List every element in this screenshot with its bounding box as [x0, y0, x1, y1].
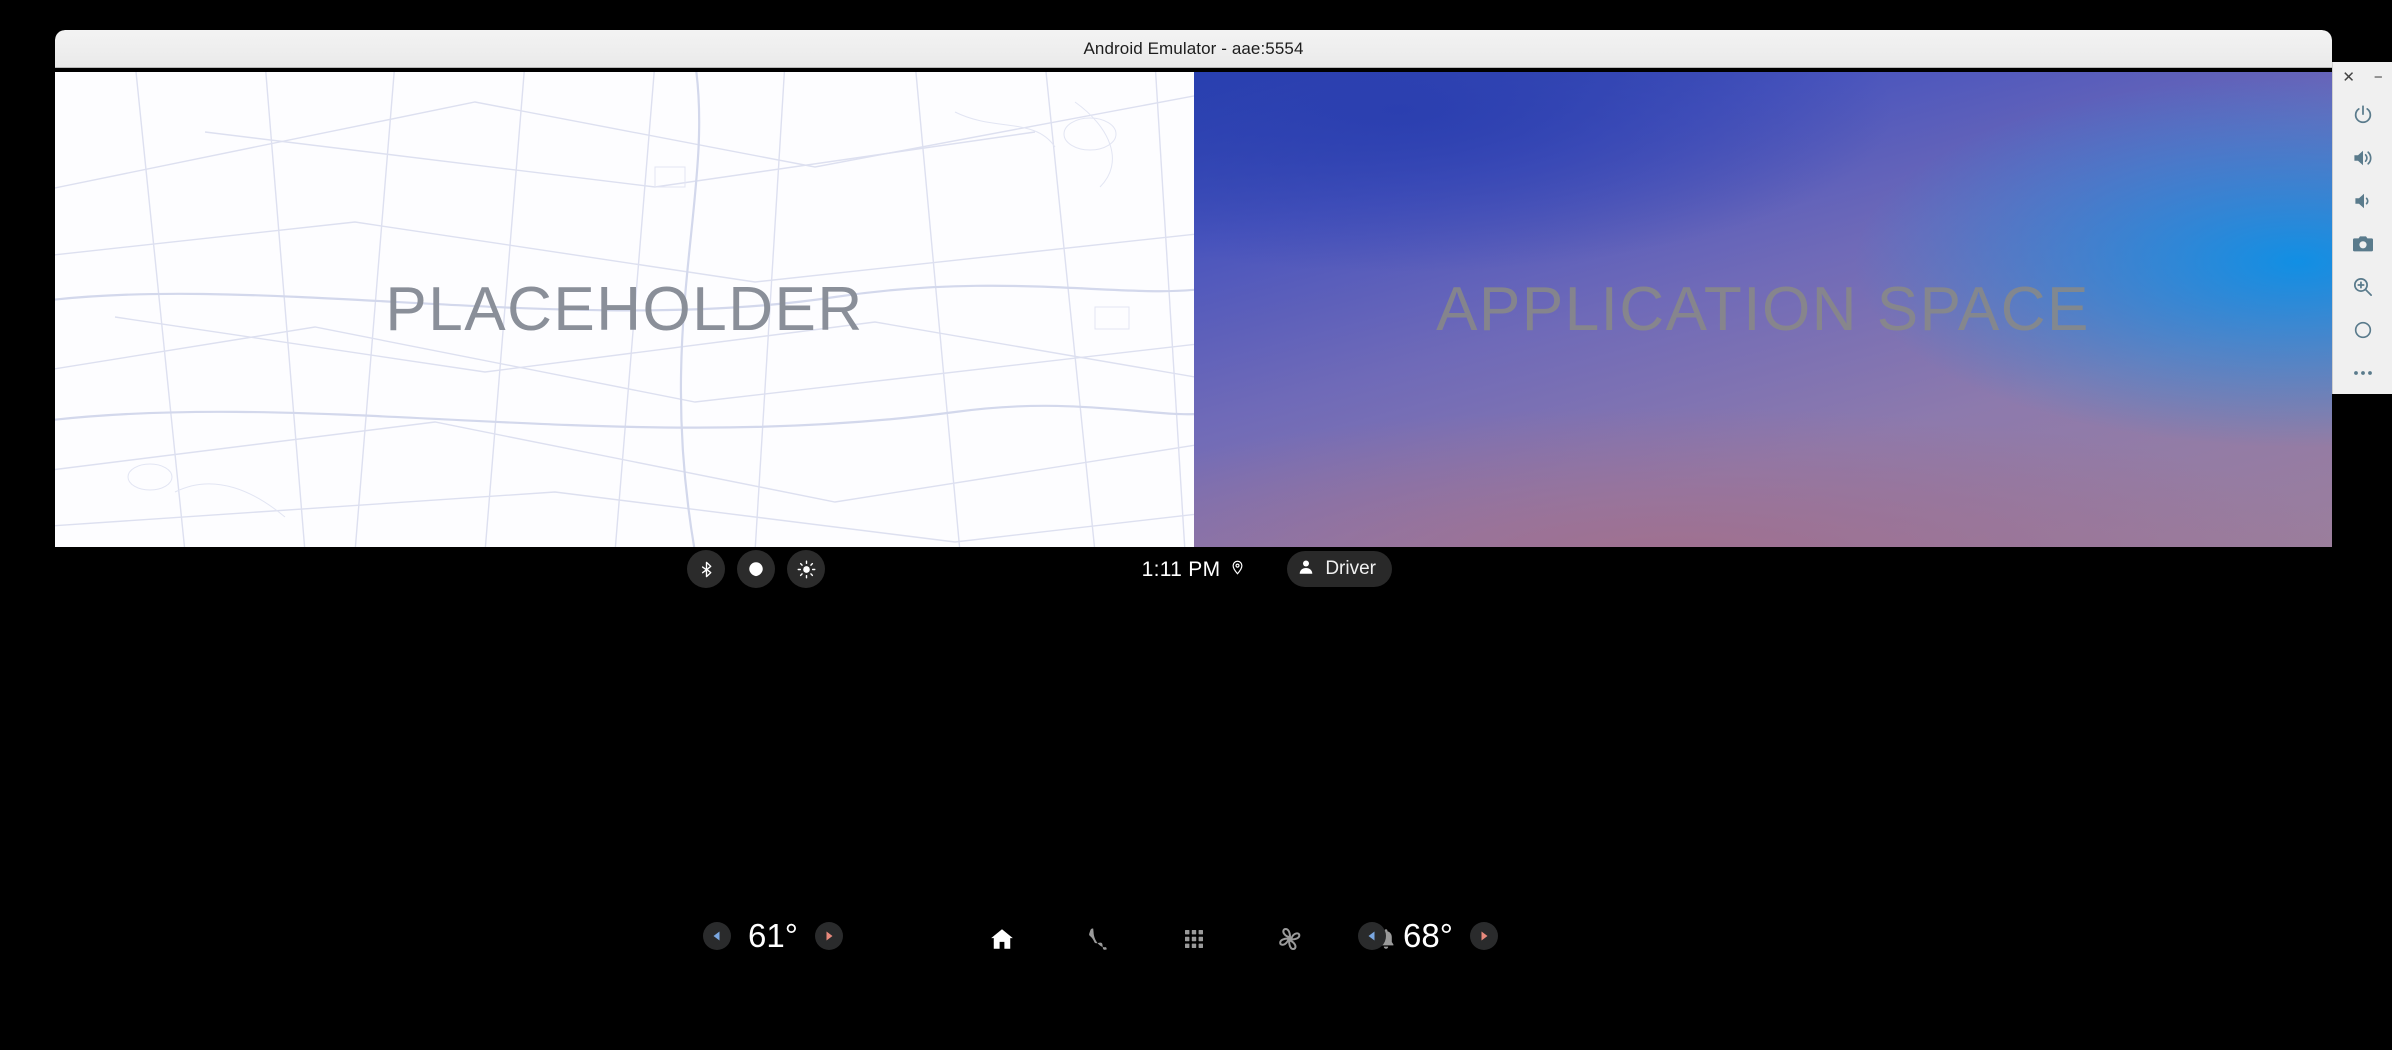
clock: 1:11 PM	[1141, 558, 1221, 581]
passenger-temp-decrease-button[interactable]	[1358, 922, 1386, 950]
car-home-ui: 1:11 PM Driver 61° 68°	[55, 547, 2332, 975]
home-icon[interactable]	[984, 921, 1020, 957]
passenger-temperature-control: 68°	[1358, 917, 1498, 955]
passenger-temp-increase-button[interactable]	[1470, 922, 1498, 950]
zoom-icon[interactable]	[2333, 265, 2392, 308]
window-title: Android Emulator - aae:5554	[1083, 38, 1304, 58]
status-center: 1:11 PM	[55, 547, 2332, 593]
close-icon[interactable]: ✕	[2342, 70, 2355, 85]
rotate-circle-icon[interactable]	[2333, 308, 2392, 351]
apps-grid-icon[interactable]	[1176, 921, 1212, 957]
person-icon	[1297, 558, 1315, 581]
phone-icon[interactable]	[1080, 921, 1116, 957]
fan-climate-icon[interactable]	[1272, 921, 1308, 957]
emulator-window: Android Emulator - aae:5554 PLACEHOLDER …	[55, 30, 2332, 975]
window-title-bar: Android Emulator - aae:5554	[55, 30, 2332, 68]
application-space-label: APPLICATION SPACE	[1436, 275, 2090, 344]
status-bar: 1:11 PM Driver	[55, 547, 2332, 593]
driver-pill[interactable]: Driver	[1287, 551, 1392, 587]
nav-icons	[55, 903, 2332, 975]
minimize-icon[interactable]: −	[2374, 70, 2383, 85]
power-icon[interactable]	[2333, 93, 2392, 136]
user-switcher[interactable]: Driver	[1287, 551, 1392, 587]
driver-label: Driver	[1325, 558, 1376, 579]
emulator-toolbar: ✕ −	[2332, 62, 2392, 394]
volume-up-icon[interactable]	[2333, 136, 2392, 179]
location-pin-icon	[1230, 558, 1245, 582]
volume-down-icon[interactable]	[2333, 179, 2392, 222]
more-icon[interactable]	[2333, 351, 2392, 394]
application-space-pane[interactable]: APPLICATION SPACE	[1194, 72, 2332, 547]
passenger-temp-value: 68°	[1403, 917, 1453, 954]
screenshot-camera-icon[interactable]	[2333, 222, 2392, 265]
nav-bar: 61° 68°	[55, 903, 2332, 975]
device-screen: PLACEHOLDER APPLICATION SPACE 1:11 PM Dr…	[55, 72, 2332, 975]
upper-region: PLACEHOLDER APPLICATION SPACE	[55, 72, 2332, 547]
placeholder-map-pane[interactable]: PLACEHOLDER	[55, 72, 1194, 547]
placeholder-label: PLACEHOLDER	[385, 275, 864, 344]
emulator-window-buttons: ✕ −	[2333, 62, 2392, 93]
